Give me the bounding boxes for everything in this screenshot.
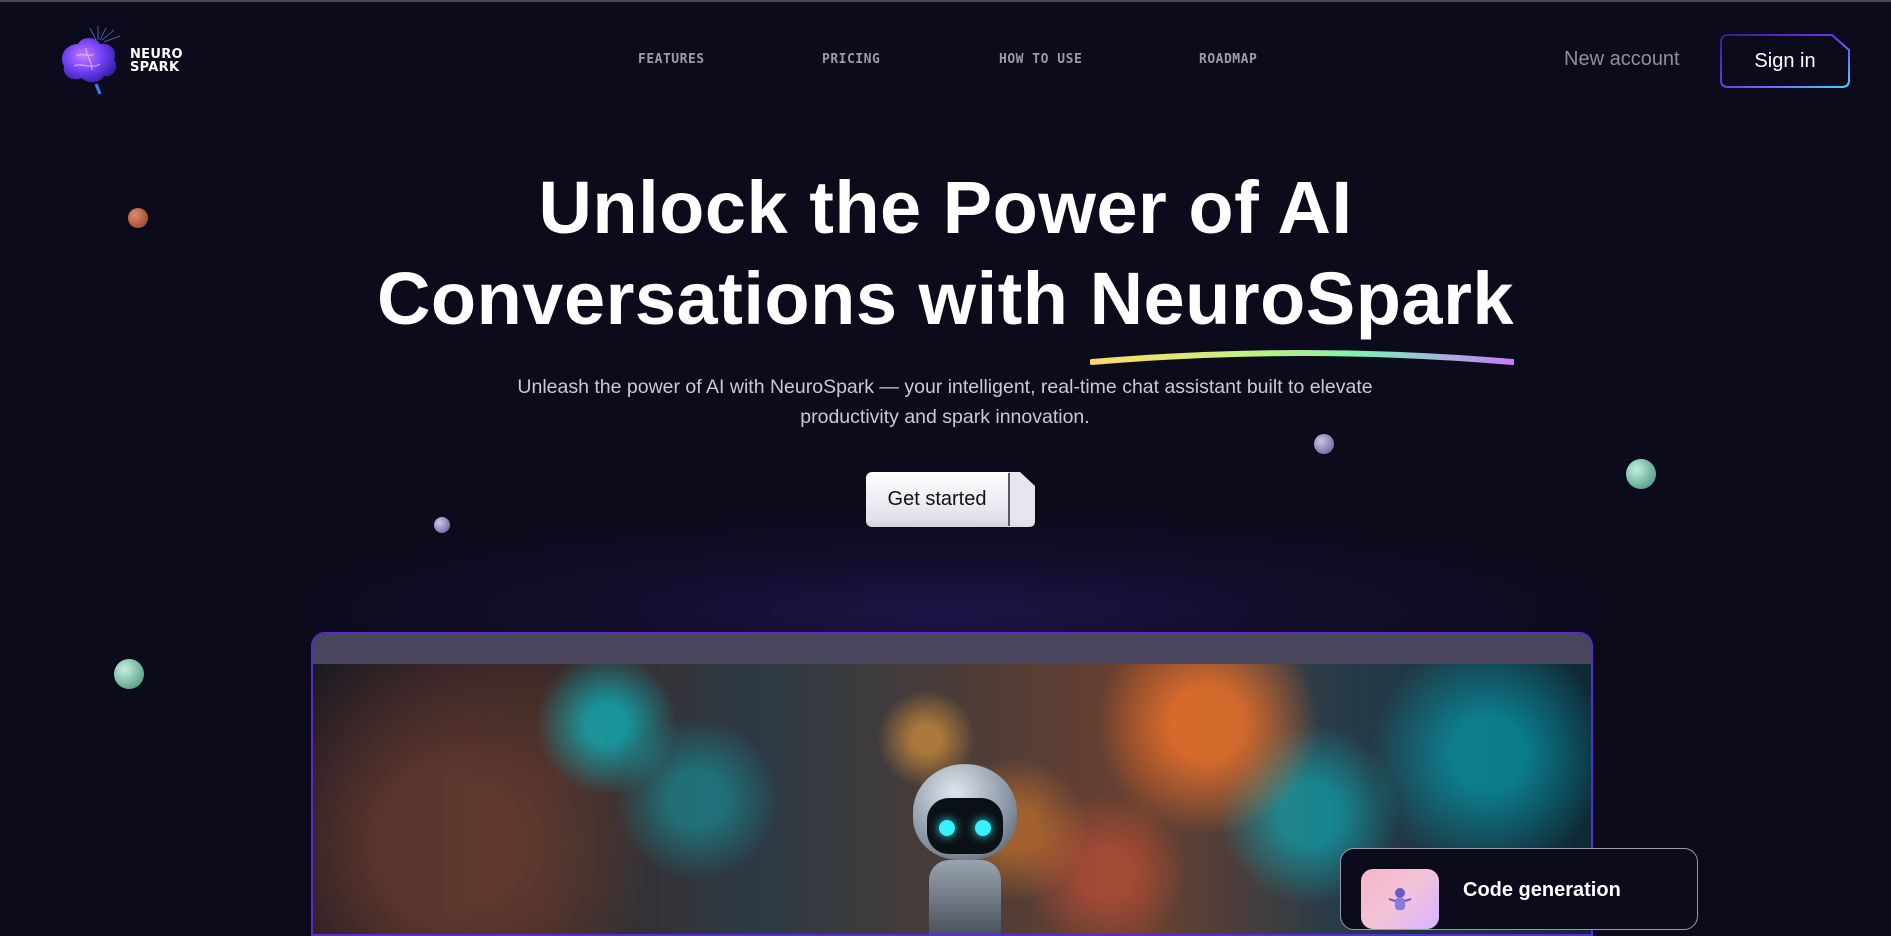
nav-features[interactable]: FEATURES	[638, 52, 705, 67]
hero-subtitle: Unleash the power of AI with NeuroSpark …	[517, 376, 1373, 428]
robot-eye	[939, 820, 955, 836]
robot-illustration	[895, 764, 1035, 934]
nav-pricing[interactable]: PRICING	[822, 52, 880, 67]
hero-title: Unlock the Power of AI Conversations wit…	[0, 162, 1891, 365]
feature-card-title: Code generation	[1463, 879, 1621, 901]
robot-body	[929, 860, 1001, 934]
rainbow-underline	[1089, 350, 1515, 365]
nav-roadmap[interactable]: ROADMAP	[1199, 52, 1257, 67]
frame-top-bar	[313, 634, 1591, 664]
robot-icon	[1361, 869, 1439, 929]
robot-icon-glyph	[1388, 888, 1412, 910]
get-started-button[interactable]: Get started	[866, 472, 1035, 527]
top-border	[0, 0, 1891, 2]
robot-eye	[975, 820, 991, 836]
feature-card-code-generation[interactable]: Code generation	[1340, 848, 1698, 930]
nav-how-to-use[interactable]: HOW TO USE	[999, 52, 1082, 67]
decorative-orb	[1314, 434, 1334, 454]
hero-highlight-text: NeuroSpark	[1089, 257, 1515, 340]
get-started-label: Get started	[887, 488, 987, 510]
hero-title-highlight: NeuroSpark	[1089, 253, 1515, 365]
hero-title-line1: Unlock the Power of AI	[538, 166, 1353, 249]
new-account-link[interactable]: New account	[1564, 48, 1680, 71]
sign-in-button[interactable]: Sign in	[1720, 34, 1850, 88]
decorative-orb	[1626, 459, 1656, 489]
hero-title-line2: Conversations with NeuroSpark	[0, 253, 1891, 365]
hero-title-prefix: Conversations with	[376, 257, 1090, 340]
sign-in-label: Sign in	[1754, 50, 1816, 72]
decorative-orb	[114, 659, 144, 689]
